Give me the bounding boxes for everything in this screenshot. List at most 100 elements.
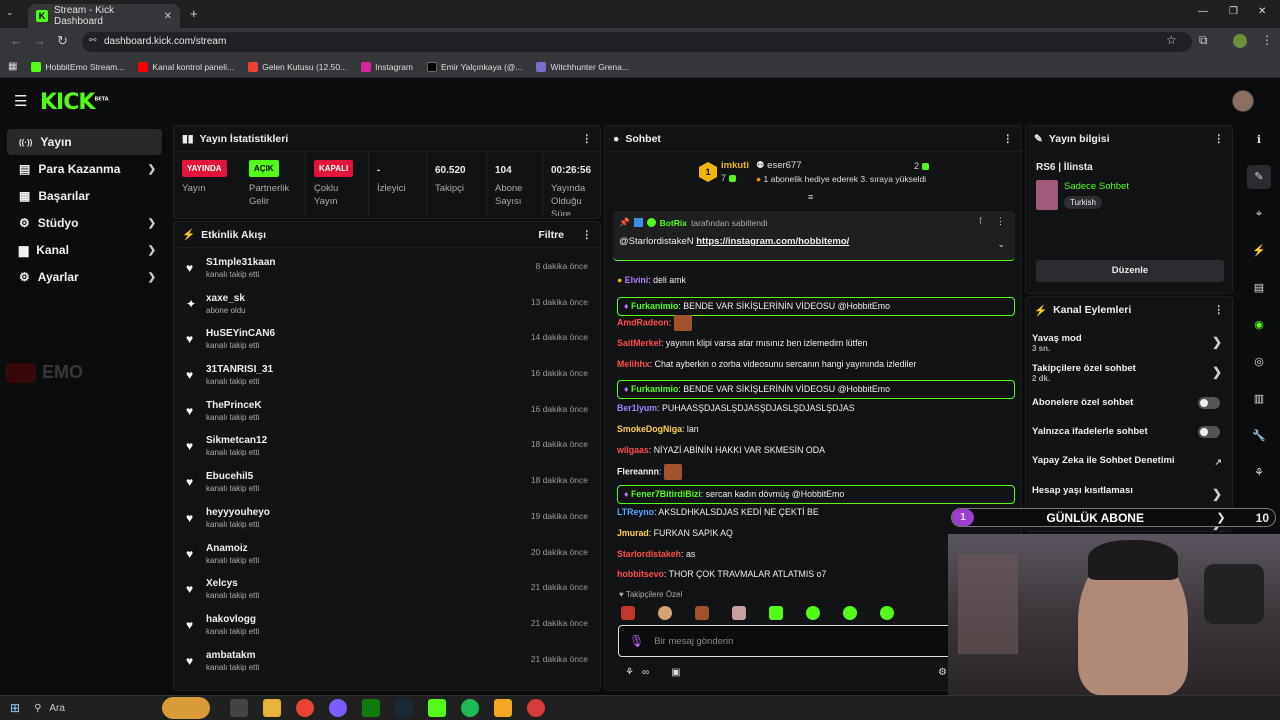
event-item[interactable]: ✦ xaxe_sk abone oldu 13 dakika önce: [174, 288, 600, 324]
windows-start-icon[interactable]: ⊞: [10, 701, 20, 715]
community-icon[interactable]: ⚘: [1247, 461, 1271, 485]
chat-message[interactable]: Flereannn:: [617, 464, 682, 480]
chat-message[interactable]: Melihhx: Chat ayberkin o zorba videosunu…: [617, 359, 916, 369]
pinned-more-icon[interactable]: ⋮: [996, 216, 1005, 227]
event-item[interactable]: ♥ ambatakm kanalı takip etti 21 dakika ö…: [174, 645, 600, 681]
leader-name[interactable]: imkuti: [721, 160, 749, 171]
info-icon[interactable]: ℹ: [1247, 128, 1271, 152]
chat-message[interactable]: SaitMerkel: yayının klipi varsa atar mıs…: [617, 338, 867, 348]
chat-message[interactable]: LTReyno: AKSLDHKALSDJAS KEDİ NE ÇEKTİ BE: [617, 507, 819, 517]
chat-message[interactable]: ♦ Fener7BitirdiBizi: sercan kadın dövmüş…: [617, 485, 1015, 504]
chat-username[interactable]: hobbitsevo: [617, 569, 664, 579]
kick-logo[interactable]: KICKBETA: [40, 90, 109, 115]
expand-pinned-icon[interactable]: ⌄: [997, 239, 1005, 250]
chrome-icon[interactable]: [296, 699, 315, 717]
minimize-icon[interactable]: —: [1198, 6, 1208, 17]
edit-icon[interactable]: ✎: [1247, 165, 1271, 189]
sidebar-item-basarilar[interactable]: ▦ Başarılar: [7, 183, 162, 209]
broadcast-icon[interactable]: ◎: [1247, 350, 1271, 374]
extensions-icon[interactable]: ⧉: [1199, 33, 1208, 48]
chat-username[interactable]: Elvini: [625, 275, 648, 285]
toggle-switch[interactable]: [1198, 397, 1220, 409]
chat-message[interactable]: AmdRadeon:: [617, 315, 692, 331]
bolt-icon[interactable]: ⚡: [1247, 239, 1271, 263]
news-widget[interactable]: [162, 697, 211, 719]
chat-message[interactable]: hobbitsevo: THOR ÇOK TRAVMALAR ATLATMIS …: [617, 569, 826, 579]
tab-close-icon[interactable]: ✕: [164, 11, 172, 22]
app-icon[interactable]: [494, 699, 513, 717]
more-options-icon[interactable]: ⋮: [1214, 133, 1225, 145]
sidebar-item-yayin[interactable]: ((·)) Yayın: [7, 129, 162, 155]
event-item[interactable]: ♥ Xelcys kanalı takip etti 21 dakika önc…: [174, 573, 600, 609]
mic-icon[interactable]: 🎙: [629, 634, 644, 648]
xbox-icon[interactable]: [362, 699, 381, 717]
task-view-icon[interactable]: [230, 699, 249, 717]
profile-icon[interactable]: [1233, 34, 1247, 48]
wrench-icon[interactable]: 🔧: [1247, 424, 1271, 448]
hamburger-menu-icon[interactable]: ☰: [14, 92, 27, 110]
emote-icon[interactable]: [769, 606, 783, 620]
channel-action-item[interactable]: Yavaş mod 3 sn. ❯: [1032, 333, 1226, 353]
channel-action-item[interactable]: Hesap yaşı kısıtlaması ❯: [1032, 485, 1226, 501]
chat-username[interactable]: SmokeDogNiga: [617, 424, 682, 434]
chat-input[interactable]: 🎙 Bir mesaj gönderin: [618, 625, 958, 657]
chat-username[interactable]: Ber1lyum: [617, 403, 657, 413]
spotify-icon[interactable]: [461, 699, 480, 717]
infinity-icon[interactable]: ∞: [642, 667, 649, 678]
layers-icon[interactable]: ▥: [1247, 387, 1271, 411]
channel-action-item[interactable]: Yapay Zeka ile Sohbet Denetimi ↗: [1032, 455, 1226, 467]
emote-icon[interactable]: [658, 606, 672, 620]
sidebar-item-studyo[interactable]: ⚙ Stüdyo ❯: [7, 210, 162, 236]
apps-grid-icon[interactable]: ▦: [8, 61, 17, 72]
chat-username[interactable]: Melihhx: [617, 359, 650, 369]
chat-username[interactable]: Fener7BitirdiBizi: [631, 489, 701, 499]
restore-icon[interactable]: ❐: [1229, 6, 1238, 17]
forward-icon[interactable]: →: [33, 33, 46, 48]
chat-username[interactable]: LTReyno: [617, 507, 654, 517]
scroll-down-icon[interactable]: ≡: [808, 192, 813, 202]
event-item[interactable]: ♥ heyyyouheyo kanalı takip etti 19 dakik…: [174, 502, 600, 538]
kick-app-icon[interactable]: [428, 699, 447, 717]
obs-icon[interactable]: [527, 699, 546, 717]
chat-username[interactable]: Furkanimio: [631, 301, 678, 311]
emote-icon[interactable]: [732, 606, 746, 620]
chat-message[interactable]: ♦ Furkanimio: BENDE VAR SİKİŞLERİNİN VİD…: [617, 380, 1015, 399]
chat-username[interactable]: wilgaas: [617, 445, 649, 455]
chat-message[interactable]: SmokeDogNiga: lan: [617, 424, 699, 434]
target-icon[interactable]: ⌖: [1247, 202, 1271, 226]
emote-icon[interactable]: [880, 606, 894, 620]
new-tab-icon[interactable]: +: [190, 6, 198, 21]
bookmark-star-icon[interactable]: ☆: [1166, 33, 1177, 47]
chat-settings-icon[interactable]: ⚙: [938, 667, 947, 678]
channel-action-item[interactable]: Takipçilere özel sohbet 2 dk. ❯: [1032, 363, 1226, 383]
emote-icon[interactable]: [843, 606, 857, 620]
browser-tab[interactable]: K Stream - Kick Dashboard ✕: [28, 4, 180, 28]
event-item[interactable]: ♥ HuSEYinCAN6 kanalı takip etti 14 dakik…: [174, 323, 600, 359]
chat-username[interactable]: SaitMerkel: [617, 338, 661, 348]
sidebar-item-kanal[interactable]: ▆ Kanal ❯: [7, 237, 162, 263]
back-icon[interactable]: ←: [10, 33, 23, 48]
bookmark-1[interactable]: HobbitEmo Stream...: [31, 61, 124, 72]
unpin-icon[interactable]: ⊺: [978, 216, 983, 227]
toggle-switch[interactable]: [1198, 426, 1220, 438]
event-item[interactable]: ♥ Sikmetcan12 kanalı takip etti 18 dakik…: [174, 430, 600, 466]
document-icon[interactable]: ▤: [1247, 276, 1271, 300]
chat-username[interactable]: Jmurad: [617, 528, 649, 538]
chat-message[interactable]: ♦ Furkanimio: BENDE VAR SİKİŞLERİNİN VİD…: [617, 297, 1015, 316]
category-name[interactable]: Sadece Sohbet: [1064, 181, 1129, 192]
more-options-icon[interactable]: ⋮: [582, 229, 593, 241]
chat-username[interactable]: Starlordistakeh: [617, 549, 681, 559]
event-item[interactable]: ♥ ThePrinceK kanalı takip etti 16 dakika…: [174, 395, 600, 431]
event-item[interactable]: ♥ 31TANRISI_31 kanalı takip etti 16 daki…: [174, 359, 600, 395]
filter-button[interactable]: Filtre: [538, 229, 564, 241]
chat-username[interactable]: AmdRadeon: [617, 317, 669, 327]
chat-message[interactable]: Jmurad: FURKAN SAPIK AQ: [617, 528, 733, 538]
store-icon[interactable]: ▣: [671, 667, 680, 678]
edit-button[interactable]: Düzenle: [1036, 260, 1224, 282]
close-window-icon[interactable]: ✕: [1258, 6, 1266, 17]
sidebar-item-para-kazanma[interactable]: ▤ Para Kazanma ❯: [7, 156, 162, 182]
url-field[interactable]: dashboard.kick.com/stream: [82, 32, 1192, 52]
steam-icon[interactable]: [395, 699, 414, 717]
bookmark-5[interactable]: Emir Yalçınkaya (@...: [426, 61, 522, 72]
taskbar-search[interactable]: ⚲ Ara: [34, 703, 162, 714]
